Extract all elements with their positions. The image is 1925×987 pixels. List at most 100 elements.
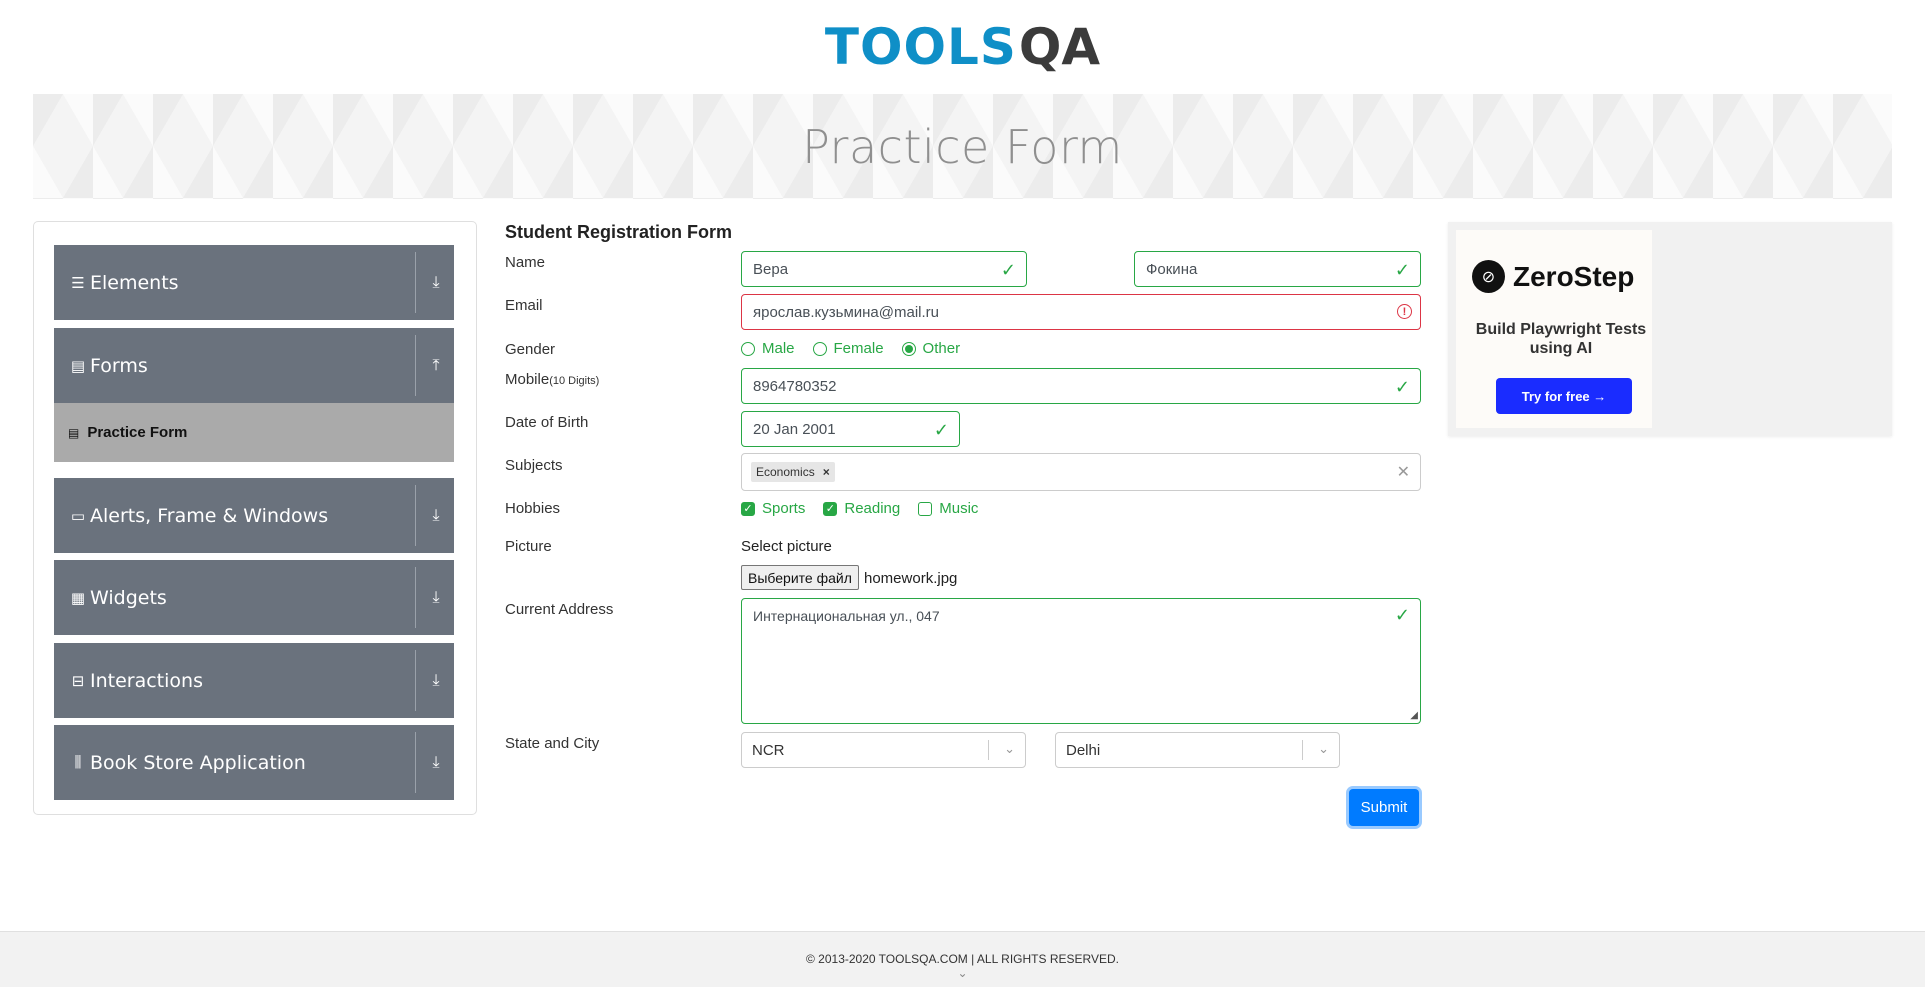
dob-input[interactable]: 20 Jan 2001 ✓ (741, 411, 960, 447)
sidebar-group-interactions[interactable]: ⊟ Interactions ⤓ (54, 643, 454, 718)
sidebar-group-widgets[interactable]: ▦ Widgets ⤓ (54, 560, 454, 635)
hobby-reading-checkbox[interactable]: ✓ Reading (823, 500, 900, 517)
email-input[interactable]: ярослав.кузьмина@mail.ru ! (741, 294, 1421, 330)
widgets-icon: ▦ (70, 589, 86, 607)
books-icon: ⫼ (74, 754, 82, 771)
sidebar-group-label: Elements (90, 271, 179, 294)
state-value: NCR (752, 741, 785, 759)
hamburger-icon: ☰ (71, 274, 85, 292)
radio-label[interactable]: Female (834, 340, 884, 357)
zerostep-brand: ZeroStep (1513, 260, 1635, 292)
header: TOOLS QA (0, 0, 1925, 94)
mobile-hint: (10 Digits) (549, 375, 600, 387)
checkbox-checked-icon[interactable]: ✓ (741, 501, 755, 516)
expand-icon[interactable]: ⤓ (426, 507, 446, 525)
gender-label: Gender (505, 341, 556, 358)
sidebar-group-forms[interactable]: ▤ Forms ⤒ (54, 328, 454, 403)
submit-button[interactable]: Submit (1349, 789, 1419, 826)
chevron-down-icon[interactable]: ⌄ (1004, 741, 1015, 757)
current-address-textarea[interactable]: Интернациональная ул., 047 ✓ ◢ (741, 598, 1421, 724)
hobbies-label: Hobbies (505, 500, 561, 517)
checkbox-label[interactable]: Reading (844, 500, 900, 517)
clear-icon[interactable]: ✕ (1397, 462, 1410, 482)
email-value: ярослав.кузьмина@mail.ru (753, 303, 940, 321)
expand-icon[interactable]: ⤓ (426, 274, 446, 292)
ad-banner[interactable]: ⊘ ZeroStep Build Playwright Tests using … (1448, 222, 1892, 436)
valid-check-icon: ✓ (1000, 260, 1016, 280)
address-label: Current Address (505, 601, 614, 618)
city-select[interactable]: Delhi ⌄ (1055, 732, 1340, 768)
resize-handle-icon[interactable]: ◢ (1410, 710, 1418, 721)
collapse-icon[interactable]: ⤒ (426, 357, 446, 375)
sidebar-group-label: Forms (90, 354, 148, 377)
error-icon: ! (1397, 304, 1412, 319)
sidebar-group-alerts[interactable]: ▭ Alerts, Frame & Windows ⤓ (54, 478, 454, 553)
address-value: Интернациональная ул., 047 (753, 608, 940, 624)
gender-radio-group: Male Female Other (741, 340, 960, 357)
valid-check-icon: ✓ (1394, 605, 1410, 625)
last-name-input[interactable]: Фокина ✓ (1134, 251, 1421, 287)
window-icon: ▭ (70, 507, 86, 525)
subjects-input[interactable]: Economics × ✕ (741, 453, 1421, 491)
radio-label[interactable]: Male (762, 340, 795, 357)
subjects-label: Subjects (505, 457, 563, 474)
sidebar-item-practice-form[interactable]: ▤ Practice Form (54, 403, 454, 462)
mobile-label: Mobile(10 Digits) (505, 371, 599, 388)
logo-text: TOOLS (824, 18, 1017, 76)
chip-remove-icon[interactable]: × (823, 465, 830, 479)
hobbies-checkbox-group: ✓ Sports ✓ Reading Music (741, 500, 978, 517)
dob-value: 20 Jan 2001 (753, 420, 836, 438)
first-name-value: Вера (753, 260, 789, 278)
gender-other-radio[interactable]: Other (901, 340, 961, 357)
name-label: Name (505, 254, 546, 271)
gender-male-radio[interactable]: Male (741, 340, 795, 357)
expand-icon[interactable]: ⤓ (426, 754, 446, 772)
sidebar-group-bookstore[interactable]: ⫼ Book Store Application ⤓ (54, 725, 454, 800)
footer: © 2013-2020 TOOLSQA.COM | ALL RIGHTS RES… (0, 931, 1925, 987)
form-icon: ▤ (70, 357, 86, 375)
hobby-sports-checkbox[interactable]: ✓ Sports (741, 500, 805, 517)
chevron-down-icon[interactable]: ⌄ (0, 966, 1925, 980)
file-name: homework.jpg (864, 570, 958, 587)
sidebar-group-label: Interactions (90, 669, 203, 692)
state-select[interactable]: NCR ⌄ (741, 732, 1026, 768)
first-name-input[interactable]: Вера ✓ (741, 251, 1027, 287)
last-name-value: Фокина (1146, 260, 1198, 278)
ad-copy: Build Playwright Tests using AI (1475, 321, 1647, 357)
state-city-label: State and City (505, 735, 600, 752)
chevron-down-icon[interactable]: ⌄ (1318, 741, 1329, 757)
sidebar-group-elements[interactable]: ☰ Elements ⤓ (54, 245, 454, 320)
valid-check-icon: ✓ (933, 420, 949, 440)
checkbox-label[interactable]: Sports (762, 500, 805, 517)
gender-female-radio[interactable]: Female (812, 340, 884, 357)
zerostep-logo: ⊘ ZeroStep (1472, 260, 1634, 293)
valid-check-icon: ✓ (1394, 260, 1410, 280)
choose-file-button[interactable]: Выберите файл (741, 565, 859, 590)
sidebar-group-label: Widgets (90, 586, 167, 609)
mobile-label-text: Mobile (505, 371, 550, 388)
logo-qa: QA (1018, 18, 1101, 76)
radio-circle[interactable] (741, 341, 755, 356)
expand-icon[interactable]: ⤓ (426, 672, 446, 690)
sidebar-group-label: Book Store Application (90, 751, 306, 774)
footer-copyright: © 2013-2020 TOOLSQA.COM | ALL RIGHTS RES… (806, 952, 1119, 966)
mobile-value: 8964780352 (753, 377, 837, 395)
email-label: Email (505, 297, 543, 314)
checkbox-icon[interactable] (918, 501, 933, 516)
subject-chip-label: Economics (756, 465, 815, 479)
radio-circle-selected[interactable] (901, 341, 916, 356)
sidebar: ☰ Elements ⤓ ▤ Forms ⤒ ▤ Practice Form ▭… (33, 221, 477, 815)
checkbox-checked-icon[interactable]: ✓ (823, 501, 838, 516)
hobby-music-checkbox[interactable]: Music (918, 500, 978, 517)
mobile-input[interactable]: 8964780352 ✓ (741, 368, 1421, 404)
select-picture-label: Select picture (741, 538, 832, 555)
try-free-button[interactable]: Try for free → (1496, 378, 1632, 414)
expand-icon[interactable]: ⤓ (426, 589, 446, 607)
city-value: Delhi (1066, 741, 1101, 759)
page-banner: Practice Form (33, 94, 1892, 199)
radio-circle[interactable] (812, 341, 827, 356)
checkbox-label[interactable]: Music (939, 500, 978, 517)
radio-label[interactable]: Other (923, 340, 961, 357)
form-title: Student Registration Form (505, 222, 733, 242)
toolsqa-logo[interactable]: TOOLS QA (825, 18, 1100, 76)
